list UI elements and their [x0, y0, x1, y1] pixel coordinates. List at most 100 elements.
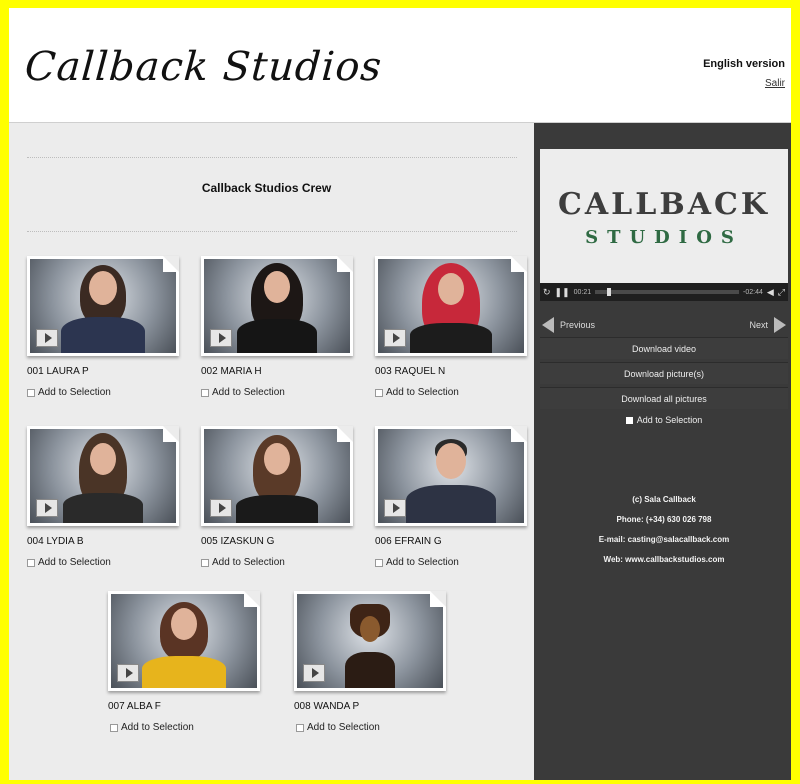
progress-bar[interactable] — [595, 288, 740, 296]
video-controls: ↻ ❚❚ 00:21 -02:44 ◀ ⤢ — [540, 283, 788, 301]
previous-button[interactable]: Previous — [542, 317, 595, 333]
talent-name[interactable]: 008 WANDA P — [294, 701, 446, 712]
checkbox-icon[interactable] — [110, 723, 118, 732]
talent-photo — [378, 429, 524, 523]
talent-thumbnail[interactable] — [27, 256, 179, 356]
play-video-button[interactable] — [210, 329, 232, 347]
talent-photo — [204, 429, 350, 523]
add-to-selection-checkbox[interactable]: Add to Selection — [201, 557, 353, 568]
talent-card: 008 WANDA P Add to Selection — [294, 591, 446, 733]
talent-thumbnail[interactable] — [294, 591, 446, 691]
talent-photo — [111, 594, 257, 688]
checkbox-icon[interactable] — [27, 558, 35, 567]
talent-name[interactable]: 006 EFRAIN G — [375, 536, 527, 547]
talent-photo — [30, 429, 176, 523]
divider — [27, 157, 517, 158]
page-fold — [337, 256, 353, 272]
english-version-link[interactable]: English version — [703, 58, 785, 70]
download-all-pictures-button[interactable]: Download all pictures — [540, 387, 788, 409]
page-fold — [244, 591, 260, 607]
play-video-button[interactable] — [36, 499, 58, 517]
checkbox-icon[interactable] — [375, 558, 383, 567]
talent-photo — [30, 259, 176, 353]
talent-name[interactable]: 002 MARIA H — [201, 366, 353, 377]
checkbox-icon[interactable] — [201, 388, 209, 397]
talent-thumbnail[interactable] — [375, 256, 527, 356]
site-logo[interactable]: Callback Studios — [23, 44, 383, 90]
video-navigation: Previous Next — [540, 313, 788, 335]
arrow-right-icon — [774, 317, 786, 333]
talent-thumbnail[interactable] — [27, 426, 179, 526]
arrow-left-icon — [542, 317, 554, 333]
talent-photo — [204, 259, 350, 353]
talent-card: 006 EFRAIN G Add to Selection — [375, 426, 527, 568]
play-video-button[interactable] — [117, 664, 139, 682]
play-video-button[interactable] — [210, 499, 232, 517]
add-to-selection-checkbox[interactable]: Add to Selection — [27, 557, 179, 568]
crew-title: Callback Studios Crew — [201, 181, 332, 195]
page-fold — [337, 426, 353, 442]
add-to-selection-checkbox[interactable]: Add to Selection — [375, 557, 527, 568]
exit-link[interactable]: Salir — [765, 78, 785, 89]
play-video-button[interactable] — [384, 329, 406, 347]
talent-name[interactable]: 004 LYDIA B — [27, 536, 179, 547]
video-title-line2: STUDIOS — [585, 227, 743, 248]
checkbox-icon[interactable] — [625, 417, 633, 424]
next-button[interactable]: Next — [749, 317, 786, 333]
checkbox-label: Add to Selection — [636, 415, 703, 425]
page-fold — [163, 426, 179, 442]
add-to-selection-checkbox[interactable]: Add to Selection — [27, 387, 179, 398]
talent-thumbnail[interactable] — [201, 256, 353, 356]
checkbox-label: Add to Selection — [38, 387, 111, 398]
checkbox-label: Add to Selection — [307, 722, 380, 733]
talent-card: 005 IZASKUN G Add to Selection — [201, 426, 353, 568]
fullscreen-icon[interactable]: ⤢ — [778, 287, 785, 298]
video-player[interactable]: CALLBACK STUDIOS ↻ ❚❚ 00:21 -02:44 ◀ ⤢ — [540, 149, 788, 301]
main-content: Callback Studios Crew 001 LAURA P Add to… — [9, 123, 534, 780]
pause-icon[interactable]: ❚❚ — [555, 287, 570, 298]
previous-label: Previous — [560, 320, 596, 330]
add-to-selection-checkbox[interactable]: Add to Selection — [296, 722, 446, 733]
page-fold — [511, 256, 527, 272]
checkbox-label: Add to Selection — [386, 387, 459, 398]
page-fold — [163, 256, 179, 272]
checkbox-label: Add to Selection — [121, 722, 194, 733]
talent-thumbnail[interactable] — [108, 591, 260, 691]
copyright-text: (c) Sala Callback — [632, 495, 696, 504]
checkbox-label: Add to Selection — [386, 557, 459, 568]
play-video-button[interactable] — [303, 664, 325, 682]
talent-card: 002 MARIA H Add to Selection — [201, 256, 353, 398]
play-video-button[interactable] — [384, 499, 406, 517]
talent-name[interactable]: 001 LAURA P — [27, 366, 179, 377]
talent-name[interactable]: 007 ALBA F — [108, 701, 260, 712]
email-text[interactable]: E-mail: casting@salacallback.com — [540, 535, 788, 544]
page-fold — [511, 426, 527, 442]
add-to-selection-checkbox[interactable]: Add to Selection — [110, 722, 260, 733]
add-to-selection-checkbox[interactable]: Add to Selection — [375, 387, 527, 398]
checkbox-icon[interactable] — [27, 388, 35, 397]
checkbox-icon[interactable] — [296, 723, 304, 732]
download-video-button[interactable]: Download video — [540, 337, 788, 359]
talent-thumbnail[interactable] — [201, 426, 353, 526]
add-to-selection-checkbox[interactable]: Add to Selection — [201, 387, 353, 398]
replay-icon[interactable]: ↻ — [543, 287, 551, 298]
talent-card: 003 RAQUEL N Add to Selection — [375, 256, 527, 398]
video-title-line1: CALLBACK — [558, 187, 770, 222]
talent-thumbnail[interactable] — [375, 426, 527, 526]
checkbox-label: Add to Selection — [38, 557, 111, 568]
talent-photo — [297, 594, 443, 688]
sidebar-add-to-selection[interactable]: Add to Selection — [540, 415, 788, 425]
web-text[interactable]: Web: www.callbackstudios.com — [540, 555, 788, 564]
page-frame: Callback Studios English version Salir C… — [9, 8, 791, 780]
download-pictures-button[interactable]: Download picture(s) — [540, 362, 788, 384]
talent-card: 004 LYDIA B Add to Selection — [27, 426, 179, 568]
progress-knob[interactable] — [607, 288, 612, 296]
talent-name[interactable]: 003 RAQUEL N — [375, 366, 527, 377]
checkbox-icon[interactable] — [375, 388, 383, 397]
sidebar: CALLBACK STUDIOS ↻ ❚❚ 00:21 -02:44 ◀ ⤢ P… — [534, 123, 791, 780]
play-video-button[interactable] — [36, 329, 58, 347]
volume-icon[interactable]: ◀ — [767, 287, 774, 298]
checkbox-icon[interactable] — [201, 558, 209, 567]
talent-name[interactable]: 005 IZASKUN G — [201, 536, 353, 547]
time-elapsed: 00:21 — [573, 288, 592, 296]
